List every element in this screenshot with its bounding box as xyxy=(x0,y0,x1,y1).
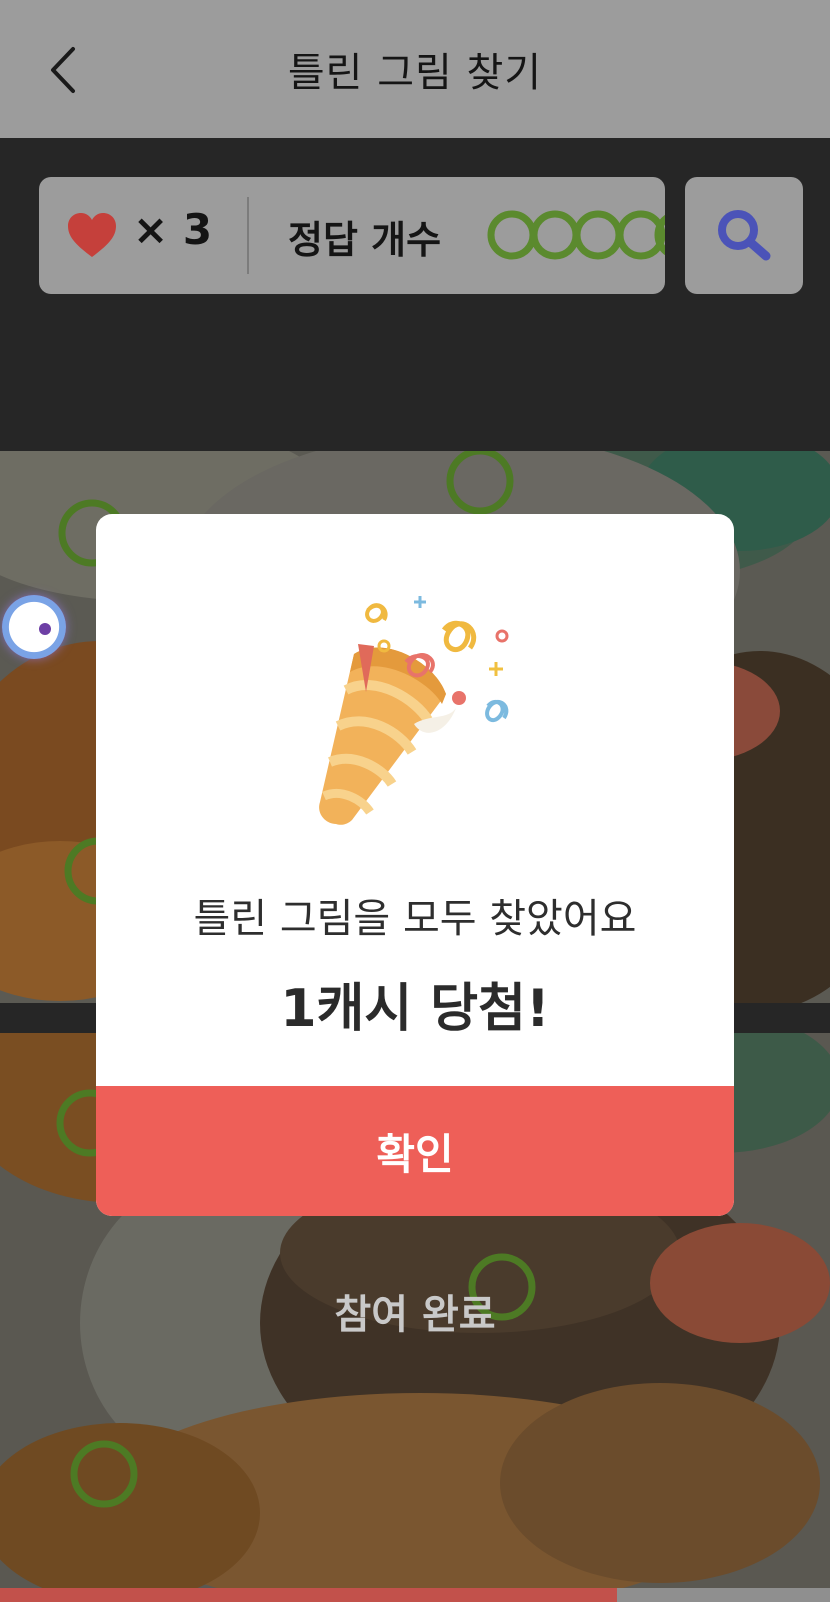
floating-assistant-button[interactable] xyxy=(2,595,66,659)
top-app-bar: 틀린 그림 찾기 xyxy=(0,0,830,138)
lives-count: × 3 xyxy=(133,205,213,254)
magnifier-icon xyxy=(718,209,771,260)
dialog-message: 틀린 그림을 모두 찾았어요 xyxy=(193,896,637,942)
answer-count-label: 정답 개수 xyxy=(288,218,442,262)
party-popper-icon xyxy=(319,596,509,825)
answer-ring-icon xyxy=(573,210,623,260)
app-screen: 틀린 그림 찾기 × 3 정답 개수 참여 완료 틀린 그림을 모두 찾았어요 … xyxy=(0,0,830,1602)
page-title: 틀린 그림 찾기 xyxy=(287,50,543,96)
answer-ring-icon xyxy=(530,210,580,260)
heart-icon xyxy=(68,213,116,257)
game-status-panel: × 3 정답 개수 xyxy=(39,177,665,294)
confirm-button[interactable]: 확인 xyxy=(96,1086,734,1216)
hint-search-button[interactable] xyxy=(685,177,803,294)
divider xyxy=(247,197,249,274)
answer-ring-icon xyxy=(487,210,537,260)
back-button[interactable] xyxy=(40,42,84,98)
assistant-eye-icon xyxy=(39,623,51,635)
participation-complete-text: 참여 완료 xyxy=(334,1292,496,1338)
dialog-prize-text: 1캐시 당첨! xyxy=(280,979,550,1039)
bottom-secondary-bar[interactable] xyxy=(617,1588,830,1602)
answer-progress-rings xyxy=(487,210,665,260)
success-dialog: 틀린 그림을 모두 찾았어요 1캐시 당첨! 확인 xyxy=(96,514,734,1216)
bottom-action-bar[interactable] xyxy=(0,1588,617,1602)
chevron-left-icon xyxy=(51,47,75,93)
